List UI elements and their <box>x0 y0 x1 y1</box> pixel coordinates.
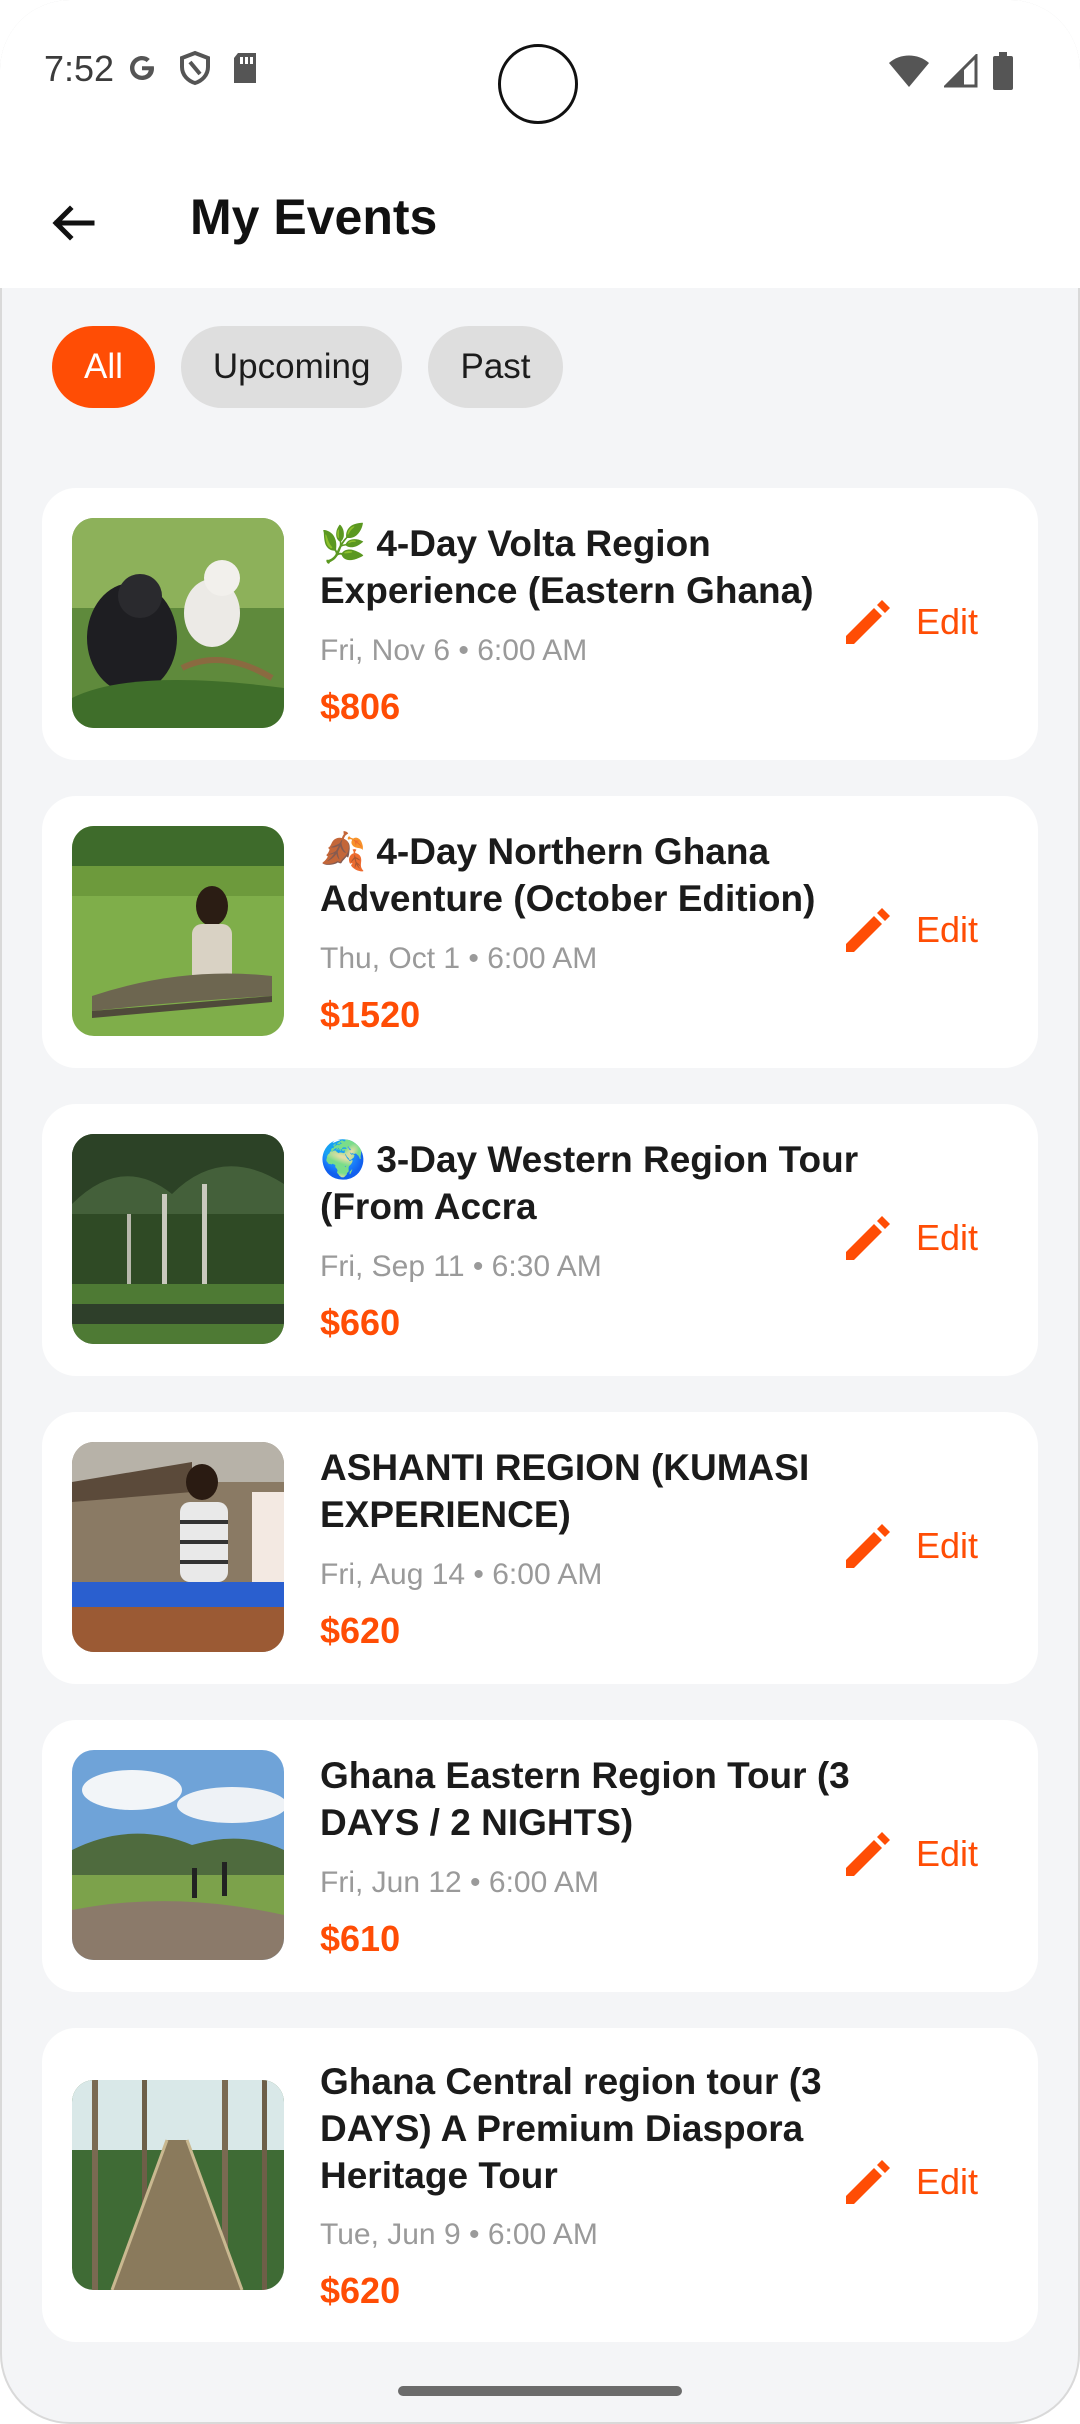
edit-button[interactable]: Edit <box>842 1520 978 1572</box>
event-title: 🌿 4-Day Volta Region Experience (Eastern… <box>320 520 880 614</box>
event-list: 🌿 4-Day Volta Region Experience (Eastern… <box>42 488 1038 2378</box>
event-price: $660 <box>320 1302 401 1343</box>
filter-chip-all[interactable]: All <box>52 326 155 408</box>
event-title-text: Ghana Central region tour (3 DAYS) A Pre… <box>320 2061 822 2196</box>
filter-chip-past[interactable]: Past <box>428 326 563 408</box>
wifi-icon <box>889 55 929 87</box>
event-title-text: Ghana Eastern Region Tour (3 DAYS / 2 NI… <box>320 1755 850 1843</box>
event-date: Fri, Sep 11 • 6:30 AM <box>320 1250 602 1283</box>
event-price: $1520 <box>320 994 421 1035</box>
pencil-icon <box>846 600 890 644</box>
event-thumbnail <box>72 518 284 728</box>
event-emoji: 🌿 <box>320 523 367 564</box>
edit-button[interactable]: Edit <box>842 2156 978 2208</box>
event-date: Tue, Jun 9 • 6:00 AM <box>320 2218 598 2251</box>
event-title: 🍂 4-Day Northern Ghana Adventure (Octobe… <box>320 828 880 922</box>
pencil-icon <box>846 2160 890 2204</box>
camera-cutout <box>498 44 578 124</box>
event-date: Fri, Jun 12 • 6:00 AM <box>320 1866 599 1899</box>
monkey-photo <box>72 518 284 728</box>
app-bar: My Events <box>0 150 1080 288</box>
edit-label: Edit <box>916 1217 979 1258</box>
event-title: Ghana Central region tour (3 DAYS) A Pre… <box>320 2058 880 2199</box>
event-thumbnail <box>72 826 284 1036</box>
event-card[interactable]: 🌍 3-Day Western Region Tour (From Accra … <box>42 1104 1038 1376</box>
pencil-icon <box>846 1832 890 1876</box>
event-date: Fri, Nov 6 • 6:00 AM <box>320 634 588 667</box>
shield-icon <box>180 50 210 86</box>
edit-button[interactable]: Edit <box>842 904 978 956</box>
event-title: 🌍 3-Day Western Region Tour (From Accra <box>320 1136 880 1230</box>
event-price: $806 <box>320 686 401 727</box>
page-title: My Events <box>190 189 438 245</box>
edit-label: Edit <box>916 601 979 642</box>
back-button[interactable] <box>36 186 110 260</box>
event-price: $610 <box>320 1918 401 1959</box>
event-date: Thu, Oct 1 • 6:00 AM <box>320 942 598 975</box>
event-card[interactable]: 🌿 4-Day Volta Region Experience (Eastern… <box>42 488 1038 760</box>
event-thumbnail <box>72 2080 284 2290</box>
edit-button[interactable]: Edit <box>842 1828 978 1880</box>
event-thumbnail <box>72 1134 284 1344</box>
filter-chips: All Upcoming Past <box>52 326 563 408</box>
status-time: 7:52 <box>44 48 115 89</box>
event-emoji: 🌍 <box>320 1139 367 1180</box>
sd-card-icon <box>234 53 256 83</box>
edit-label: Edit <box>916 2161 979 2202</box>
edit-label: Edit <box>916 1833 979 1874</box>
event-title-text: ASHANTI REGION (KUMASI EXPERIENCE) <box>320 1447 810 1535</box>
market-photo <box>72 1442 284 1652</box>
edit-label: Edit <box>916 909 979 950</box>
event-title-text: 4-Day Volta Region Experience (Eastern G… <box>320 523 814 611</box>
pencil-icon <box>846 1524 890 1568</box>
status-icons-right <box>888 52 1014 90</box>
forest-photo <box>72 1134 284 1344</box>
filter-chip-upcoming[interactable]: Upcoming <box>180 326 403 408</box>
crocodile-photo <box>72 826 284 1036</box>
arrow-left-icon <box>52 205 95 241</box>
google-icon <box>130 56 154 80</box>
event-card[interactable]: Ghana Eastern Region Tour (3 DAYS / 2 NI… <box>42 1720 1038 1992</box>
event-title: ASHANTI REGION (KUMASI EXPERIENCE) <box>320 1444 880 1538</box>
event-price: $620 <box>320 1610 401 1651</box>
cell-signal-icon <box>944 54 978 88</box>
status-bar: 7:52 <box>0 0 1080 150</box>
edit-button[interactable]: Edit <box>842 596 978 648</box>
event-thumbnail <box>72 1442 284 1652</box>
phone-screen: 7:52 My Events All Upcoming Past 🌿 4-Day… <box>0 0 1080 2424</box>
status-icons-left <box>124 50 260 86</box>
home-indicator[interactable] <box>398 2386 682 2396</box>
event-title-text: 3-Day Western Region Tour (From Accra <box>320 1139 859 1227</box>
landscape-photo <box>72 1750 284 1960</box>
pencil-icon <box>846 1216 890 1260</box>
event-card[interactable]: 🍂 4-Day Northern Ghana Adventure (Octobe… <box>42 796 1038 1068</box>
battery-icon <box>993 52 1013 90</box>
edit-label: Edit <box>916 1525 979 1566</box>
event-title: Ghana Eastern Region Tour (3 DAYS / 2 NI… <box>320 1752 880 1846</box>
event-date: Fri, Aug 14 • 6:00 AM <box>320 1558 603 1591</box>
canopy-walkway-photo <box>72 2080 284 2290</box>
edit-button[interactable]: Edit <box>842 1212 978 1264</box>
event-price: $620 <box>320 2270 401 2311</box>
event-thumbnail <box>72 1750 284 1960</box>
event-title-text: 4-Day Northern Ghana Adventure (October … <box>320 831 816 919</box>
event-card[interactable]: ASHANTI REGION (KUMASI EXPERIENCE) Fri, … <box>42 1412 1038 1684</box>
event-card[interactable]: Ghana Central region tour (3 DAYS) A Pre… <box>42 2028 1038 2342</box>
event-emoji: 🍂 <box>320 831 367 872</box>
pencil-icon <box>846 908 890 952</box>
